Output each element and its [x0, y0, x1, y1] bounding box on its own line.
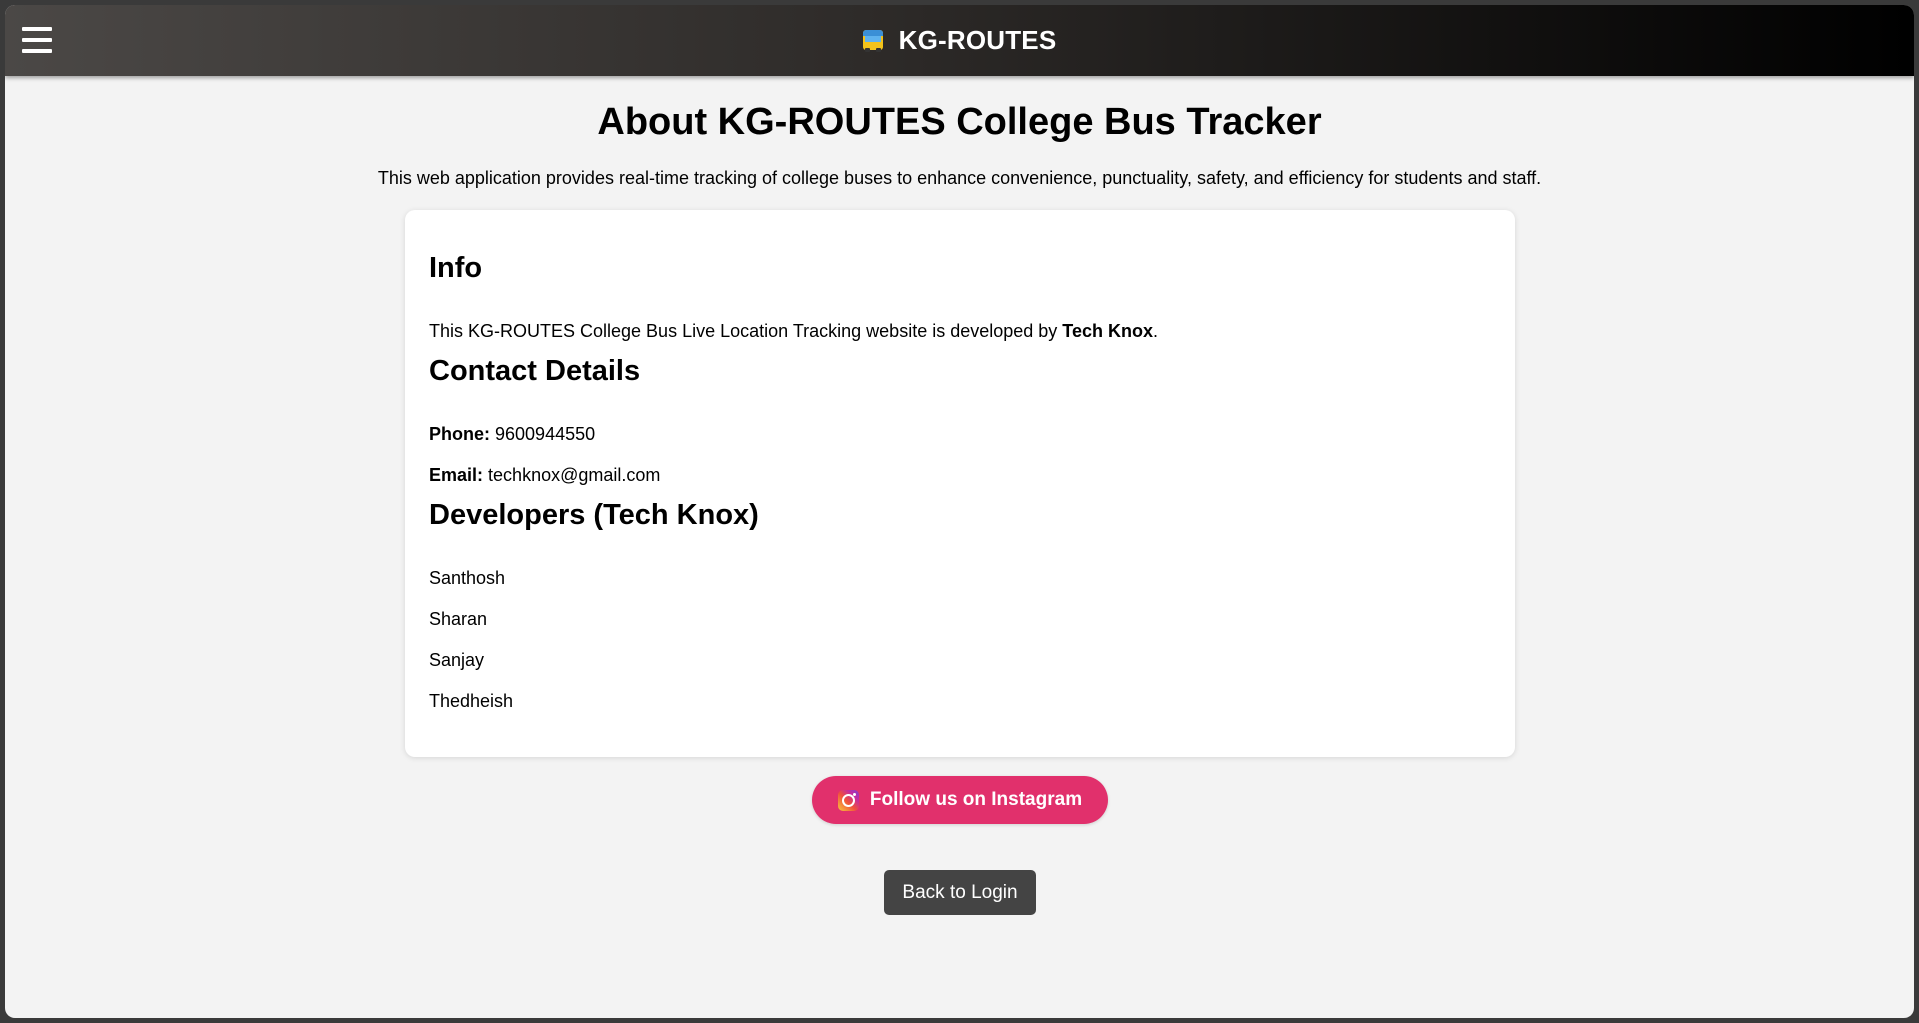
info-text: This KG-ROUTES College Bus Live Location… — [429, 321, 1158, 342]
intro-text: This web application provides real-time … — [377, 168, 1542, 188]
info-text-before: This KG-ROUTES College Bus Live Location… — [429, 321, 1063, 341]
instagram-button-label: Follow us on Instagram — [869, 789, 1083, 810]
instagram-icon — [837, 789, 859, 811]
developer-name: Santhosh — [429, 568, 506, 588]
about-card: Info This KG-ROUTES College Bus Live Loc… — [405, 210, 1515, 757]
info-heading: Info — [429, 252, 483, 284]
phone-line: Phone: 9600944550 — [429, 424, 595, 445]
developer-name: Sharan — [429, 609, 488, 629]
top-navbar: KG-ROUTES — [5, 5, 1914, 76]
developers-heading: Developers (Tech Knox) — [429, 499, 759, 531]
contact-heading: Contact Details — [429, 355, 641, 387]
brand: KG-ROUTES — [5, 5, 1914, 76]
developer-name: Thedheish — [429, 691, 514, 711]
brand-title: KG-ROUTES — [898, 25, 1057, 55]
bus-icon — [862, 29, 883, 52]
email-line: Email: techknox@gmail.com — [429, 465, 660, 486]
developer-name: Sanjay — [429, 650, 485, 670]
page-title: About KG-ROUTES College Bus Tracker — [597, 101, 1322, 143]
phone-label: Phone: — [429, 424, 490, 444]
back-to-login-button[interactable]: Back to Login — [884, 870, 1036, 915]
email-label: Email: — [429, 465, 484, 485]
instagram-follow-button[interactable]: Follow us on Instagram — [812, 776, 1108, 824]
email-value: techknox@gmail.com — [488, 465, 661, 485]
developer-org: Tech Knox — [1062, 321, 1153, 341]
phone-value: 9600944550 — [495, 424, 596, 444]
info-text-after: . — [1152, 321, 1158, 341]
app-window: KG-ROUTES About KG-ROUTES College Bus Tr… — [5, 5, 1914, 1018]
